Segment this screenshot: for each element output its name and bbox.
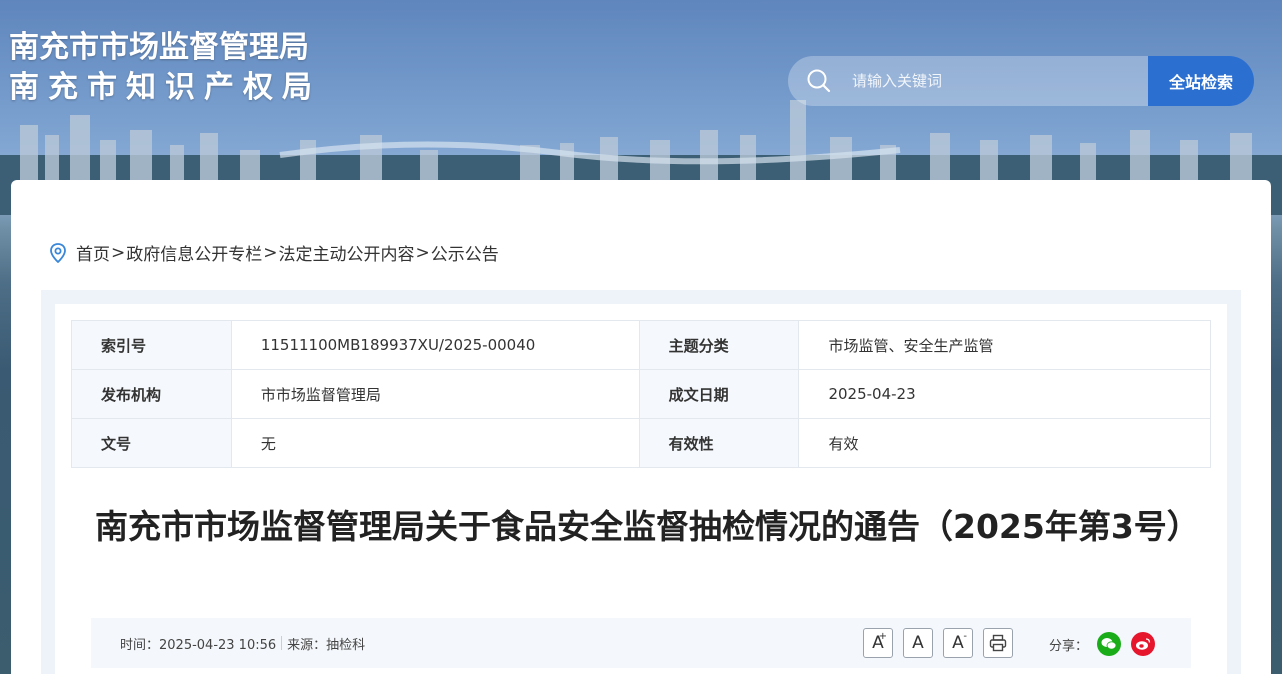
- breadcrumb-separator: >: [111, 242, 126, 263]
- search-bar: 全站检索: [788, 56, 1254, 106]
- article-content: 索引号 11511100MB189937XU/2025-00040 主题分类 市…: [55, 304, 1227, 674]
- meta-value-publisher: 市市场监督管理局: [230, 369, 640, 419]
- meta-key-date: 成文日期: [638, 369, 800, 419]
- meta-key-publisher: 发布机构: [71, 369, 232, 419]
- breadcrumb-separator: >: [263, 242, 278, 263]
- site-title: 南充市市场监督管理局 南充市知识产权局: [9, 28, 321, 108]
- meta-value-index: 11511100MB189937XU/2025-00040: [230, 320, 640, 370]
- breadcrumb-gov-info[interactable]: 政府信息公开专栏: [126, 240, 262, 265]
- site-search-button[interactable]: 全站检索: [1148, 56, 1254, 106]
- print-button[interactable]: [983, 628, 1013, 658]
- weibo-share-icon[interactable]: [1131, 632, 1156, 656]
- content-wrapper: 索引号 11511100MB189937XU/2025-00040 主题分类 市…: [41, 290, 1241, 674]
- breadcrumb-home[interactable]: 首页: [76, 240, 110, 265]
- wechat-share-icon[interactable]: [1097, 632, 1122, 656]
- share-label: 分享：: [1049, 638, 1089, 654]
- meta-key-category: 主题分类: [638, 320, 800, 370]
- site-title-line2: 南充市知识产权局: [9, 70, 321, 105]
- search-icon: [807, 69, 831, 93]
- font-decrease-button[interactable]: A-: [943, 628, 973, 658]
- meta-value-date: 2025-04-23: [798, 369, 1211, 419]
- article-info-bar: 时间：2025-04-23 10:56 来源：抽检科 A + A A- 分享：: [91, 618, 1191, 668]
- breadcrumb-separator: >: [415, 242, 430, 263]
- search-input[interactable]: [852, 72, 1132, 90]
- search-box: [788, 56, 1148, 106]
- font-increase-button[interactable]: A +: [863, 628, 893, 658]
- font-small-label: A: [952, 633, 964, 653]
- meta-key-validity: 有效性: [638, 418, 800, 468]
- breadcrumb-active-disclosure[interactable]: 法定主动公开内容: [279, 240, 415, 265]
- site-title-line1: 南充市市场监督管理局: [9, 30, 309, 65]
- article-title: 南充市市场监督管理局关于食品安全监督抽检情况的通告（2025年第3号）: [95, 507, 1200, 546]
- printer-icon: [989, 634, 1007, 652]
- location-pin-icon: [50, 242, 66, 263]
- table-row: 索引号 11511100MB189937XU/2025-00040 主题分类 市…: [71, 320, 1211, 370]
- font-size-controls: A + A A-: [863, 628, 1013, 658]
- minus-icon: -: [963, 631, 967, 642]
- plus-icon: +: [878, 631, 887, 642]
- meta-value-validity: 有效: [798, 418, 1211, 468]
- publish-time: 时间：2025-04-23 10:56: [120, 637, 277, 653]
- font-normal-button[interactable]: A: [903, 628, 933, 658]
- meta-key-index: 索引号: [71, 320, 232, 370]
- breadcrumb: 首页 > 政府信息公开专栏 > 法定主动公开内容 > 公示公告: [49, 240, 499, 265]
- table-row: 文号 无 有效性 有效: [71, 418, 1211, 468]
- table-row: 发布机构 市市场监督管理局 成文日期 2025-04-23: [71, 369, 1211, 419]
- article-source: 来源：抽检科: [287, 637, 366, 653]
- share-controls: 分享：: [1049, 632, 1165, 656]
- meta-value-doc-number: 无: [230, 418, 640, 468]
- meta-key-doc-number: 文号: [71, 418, 232, 468]
- meta-value-category: 市场监管、安全生产监管: [798, 320, 1211, 370]
- document-meta-table: 索引号 11511100MB189937XU/2025-00040 主题分类 市…: [71, 320, 1211, 468]
- breadcrumb-notices[interactable]: 公示公告: [431, 240, 499, 265]
- font-normal-label: A: [912, 633, 924, 653]
- divider: [281, 636, 283, 650]
- main-card: 首页 > 政府信息公开专栏 > 法定主动公开内容 > 公示公告 索引号 1151…: [11, 180, 1271, 674]
